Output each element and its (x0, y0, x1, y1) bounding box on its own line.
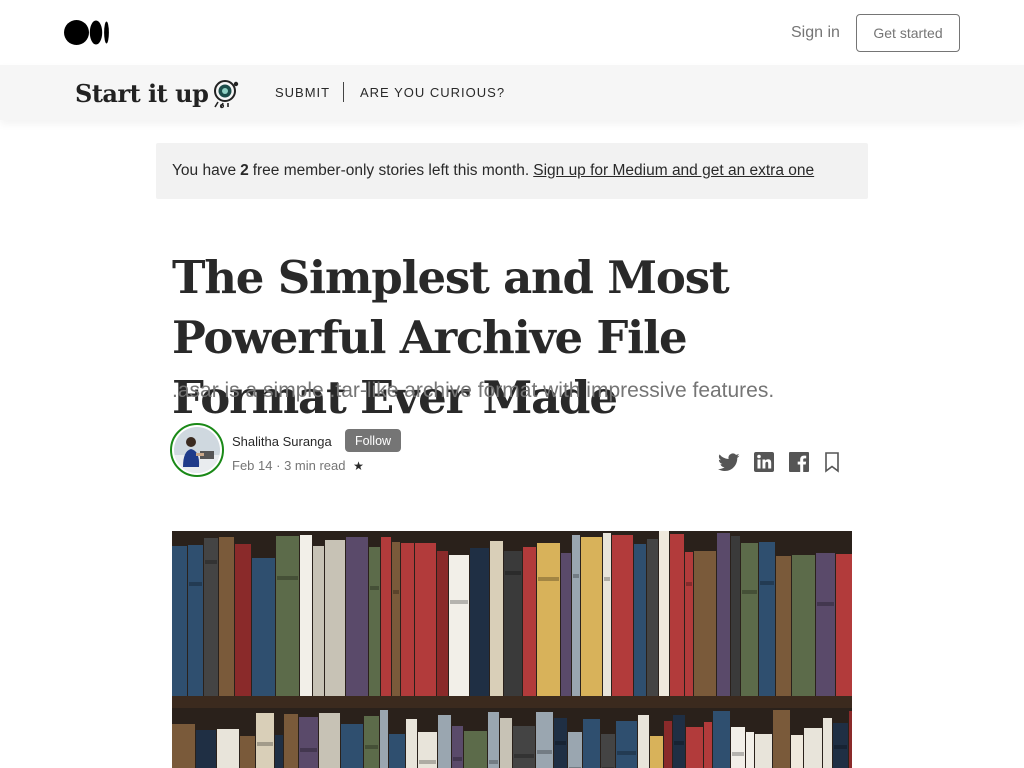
sign-in-link[interactable]: Sign in (791, 24, 840, 42)
article-meta: Feb 14 · 3 min read ★ (232, 458, 364, 473)
site-header: Sign in Get started (0, 0, 1024, 65)
member-stories-banner: You have 2 free member-only stories left… (156, 143, 868, 199)
nav-submit[interactable]: SUBMIT (275, 85, 330, 100)
nav-divider (343, 82, 344, 102)
follow-button[interactable]: Follow (345, 429, 401, 452)
publish-date: Feb 14 (232, 458, 273, 473)
twitter-icon[interactable] (717, 450, 741, 474)
medium-logo-icon[interactable] (64, 20, 110, 45)
get-started-button[interactable]: Get started (856, 14, 960, 52)
nav-are-you-curious[interactable]: ARE YOU CURIOUS? (360, 85, 505, 100)
meta-separator: · (276, 458, 281, 473)
signup-link[interactable]: Sign up for Medium and get an extra one (533, 162, 814, 180)
rocket-icon (212, 77, 242, 109)
read-time: 3 min read (284, 458, 346, 473)
star-icon: ★ (353, 459, 364, 473)
publication-name: Start it up (75, 78, 209, 108)
author-name[interactable]: Shalitha Suranga (232, 434, 332, 449)
banner-suffix: free member-only stories left this month… (252, 162, 530, 179)
banner-prefix: You have (172, 162, 237, 179)
banner-count: 2 (240, 162, 249, 179)
publication-logo[interactable]: Start it up (75, 75, 242, 111)
bookshelf-photo (172, 531, 852, 768)
facebook-icon[interactable] (787, 450, 811, 474)
publication-bar: Start it up SUBMIT ARE YOU CURIOUS? (0, 65, 1024, 120)
linkedin-icon[interactable] (752, 450, 776, 474)
article-subtitle: .asar is a simple .tar-like archive form… (172, 379, 775, 402)
bookmark-icon[interactable] (820, 450, 844, 474)
author-avatar[interactable] (170, 423, 224, 477)
